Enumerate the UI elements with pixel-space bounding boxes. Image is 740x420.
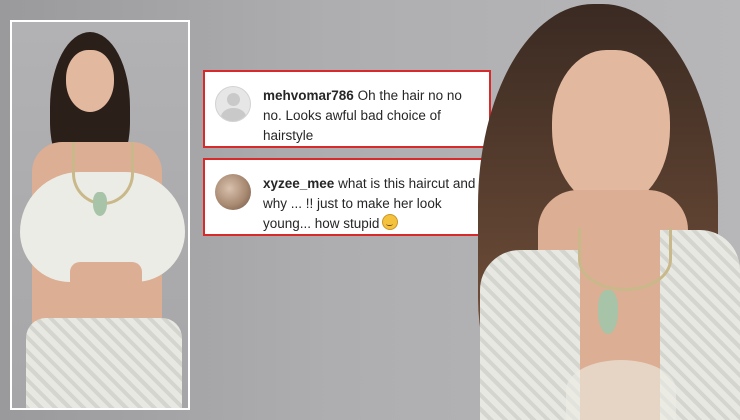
left-portrait-photo — [10, 20, 190, 410]
comment-body: mehvomar786 Oh the hair no no no. Looks … — [263, 86, 481, 146]
comment-username[interactable]: xyzee_mee — [263, 176, 334, 191]
comment-body: xyzee_mee what is this haircut and why .… — [263, 174, 481, 234]
comment-card: mehvomar786 Oh the hair no no no. Looks … — [203, 70, 491, 148]
right-portrait-photo — [470, 0, 740, 420]
comment-card: xyzee_mee what is this haircut and why .… — [203, 158, 491, 236]
default-profile-avatar[interactable] — [215, 86, 251, 122]
flushed-face-emoji-icon — [382, 214, 399, 230]
user-photo-avatar[interactable] — [215, 174, 251, 210]
comment-username[interactable]: mehvomar786 — [263, 88, 354, 103]
